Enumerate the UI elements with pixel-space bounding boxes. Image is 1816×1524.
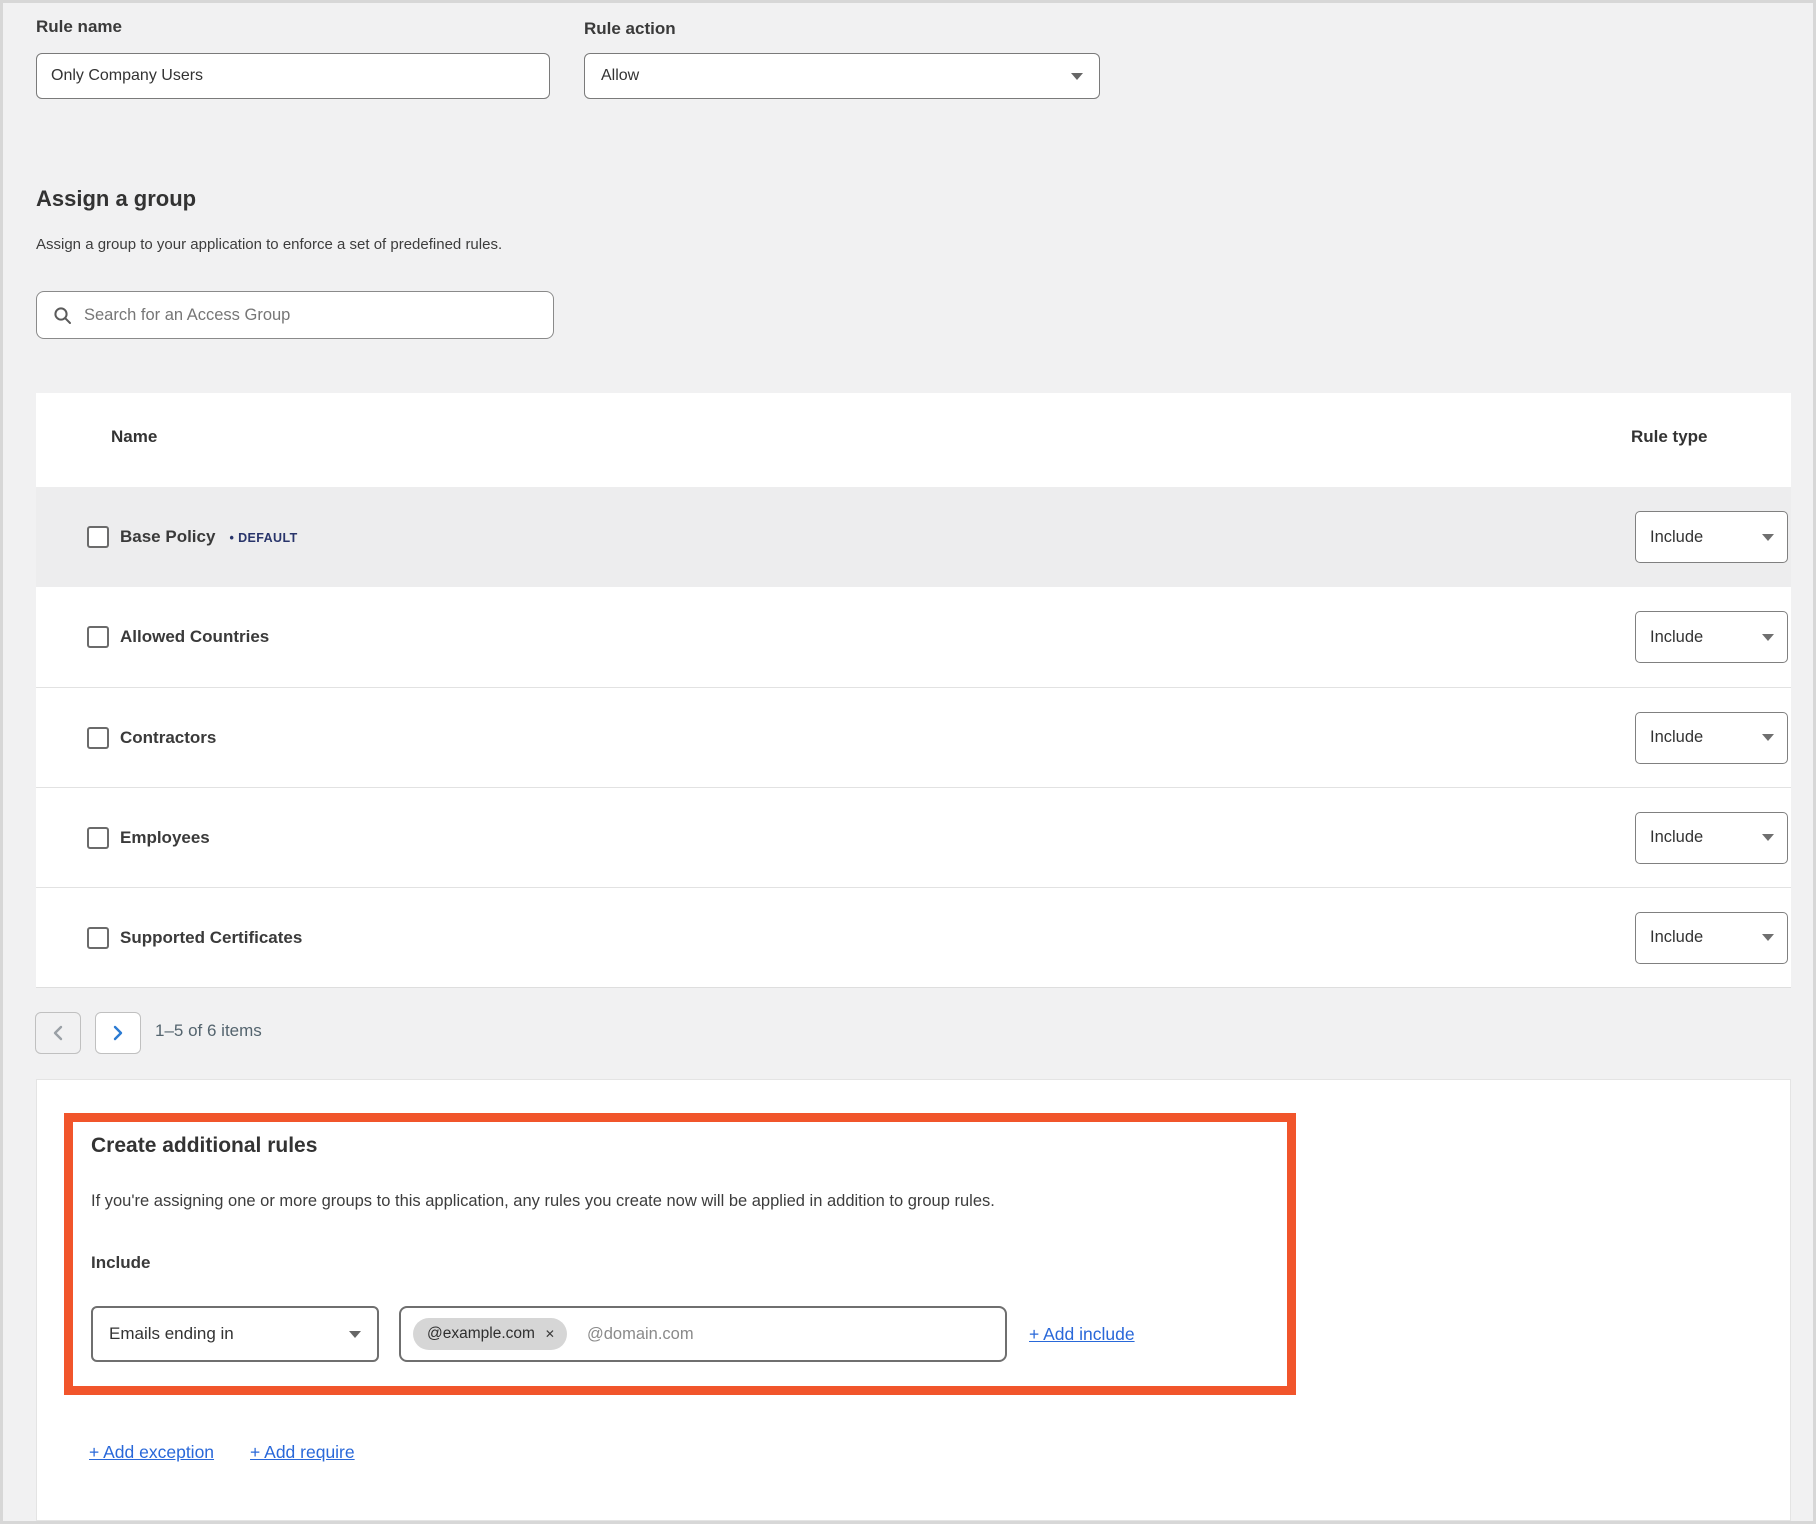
chevron-right-icon [112, 1025, 124, 1041]
column-header-rule-type: Rule type [1631, 427, 1708, 447]
create-rules-heading: Create additional rules [91, 1134, 1287, 1162]
default-badge: • DEFAULT [229, 531, 297, 545]
rule-type-value: Include [1650, 828, 1703, 847]
assign-group-description: Assign a group to your application to en… [36, 236, 502, 253]
rule-action-value: Allow [601, 67, 639, 85]
caret-down-icon [1762, 834, 1774, 841]
rule-selector-value: Emails ending in [109, 1324, 234, 1344]
group-name: Base Policy • DEFAULT [120, 527, 298, 547]
include-label: Include [91, 1253, 1287, 1273]
rule-action-label: Rule action [584, 19, 676, 39]
caret-down-icon [1762, 634, 1774, 641]
rule-type-select[interactable]: Include [1635, 712, 1788, 764]
search-icon [53, 306, 72, 325]
rule-type-value: Include [1650, 528, 1703, 547]
email-domains-input[interactable]: @example.com ✕ [399, 1306, 1007, 1362]
row-checkbox[interactable] [87, 526, 109, 548]
chevron-left-icon [52, 1025, 64, 1041]
assign-group-heading: Assign a group [36, 186, 196, 212]
rule-selector-select[interactable]: Emails ending in [91, 1306, 379, 1362]
table-row: Supported Certificates Include [36, 887, 1791, 987]
next-page-button[interactable] [95, 1012, 141, 1054]
rule-type-value: Include [1650, 728, 1703, 747]
search-input[interactable] [84, 306, 541, 325]
highlight-annotation-box: Create additional rules If you're assign… [64, 1113, 1296, 1395]
add-exception-link[interactable]: + Add exception [89, 1442, 214, 1463]
rule-type-value: Include [1650, 928, 1703, 947]
group-name: Employees [120, 828, 210, 848]
table-row: Base Policy • DEFAULT Include [36, 487, 1791, 587]
table-row: Contractors Include [36, 687, 1791, 787]
caret-down-icon [1762, 934, 1774, 941]
rule-type-select[interactable]: Include [1635, 912, 1788, 964]
column-header-name: Name [111, 427, 157, 447]
row-checkbox[interactable] [87, 827, 109, 849]
access-rule-page: Rule name Rule action Allow Assign a gro… [0, 0, 1816, 1524]
row-checkbox[interactable] [87, 626, 109, 648]
rule-type-select[interactable]: Include [1635, 812, 1788, 864]
table-header: Name Rule type [36, 393, 1791, 487]
caret-down-icon [1762, 534, 1774, 541]
table-row: Employees Include [36, 787, 1791, 887]
table-row: Allowed Countries Include [36, 587, 1791, 687]
group-name: Contractors [120, 728, 216, 748]
previous-page-button[interactable] [35, 1012, 81, 1054]
access-groups-table: Name Rule type Base Policy • DEFAULT Incl… [36, 393, 1791, 988]
create-rules-description: If you're assigning one or more groups t… [91, 1192, 1287, 1216]
add-require-link[interactable]: + Add require [250, 1442, 355, 1463]
row-checkbox[interactable] [87, 727, 109, 749]
remove-tag-icon[interactable]: ✕ [545, 1327, 555, 1341]
domain-text-input[interactable] [587, 1325, 993, 1344]
include-rule-row: Emails ending in @example.com ✕ + Add in… [91, 1306, 1287, 1362]
pagination-status: 1–5 of 6 items [155, 1021, 262, 1041]
rule-action-select[interactable]: Allow [584, 53, 1100, 99]
rule-name-input[interactable] [36, 53, 550, 99]
rule-type-select[interactable]: Include [1635, 611, 1788, 663]
group-name: Supported Certificates [120, 928, 302, 948]
rule-name-label: Rule name [36, 17, 122, 37]
rule-type-select[interactable]: Include [1635, 511, 1788, 563]
rule-links-row: + Add exception + Add require [89, 1442, 355, 1463]
additional-rules-card: Create additional rules If you're assign… [36, 1079, 1791, 1521]
access-group-search[interactable] [36, 291, 554, 339]
rule-type-value: Include [1650, 628, 1703, 647]
row-checkbox[interactable] [87, 927, 109, 949]
caret-down-icon [1762, 734, 1774, 741]
email-domain-tag: @example.com ✕ [413, 1318, 567, 1350]
add-include-link[interactable]: + Add include [1029, 1324, 1135, 1345]
group-name-text: Base Policy [120, 527, 215, 546]
caret-down-icon [1071, 73, 1083, 80]
tag-text: @example.com [427, 1325, 535, 1343]
group-name: Allowed Countries [120, 627, 269, 647]
caret-down-icon [349, 1331, 361, 1338]
